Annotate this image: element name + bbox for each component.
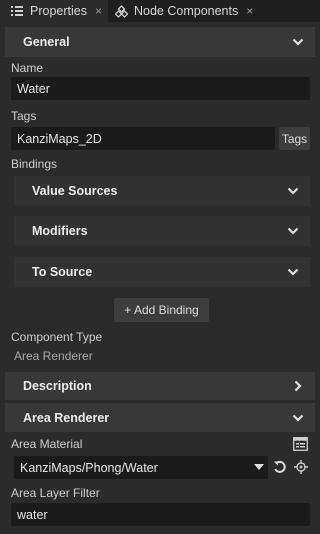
reset-icon[interactable] [272,459,288,475]
close-icon[interactable]: × [246,4,253,18]
area-material-select[interactable]: KanziMaps/Phong/Water [14,456,268,479]
value-sources-title: Value Sources [32,184,118,198]
area-layer-filter-label: Area Layer Filter [11,486,100,500]
add-binding-button[interactable]: + Add Binding [114,298,209,322]
chevron-right-icon [294,380,302,392]
area-material-value: KanziMaps/Phong/Water [20,460,158,475]
component-type-value: Area Renderer [14,349,93,363]
section-general-title: General [23,35,70,49]
components-icon [114,4,128,18]
chevron-down-icon [287,187,299,195]
component-type-label: Component Type [11,330,103,344]
tab-properties-label: Properties [30,4,87,18]
tab-bar: Properties × Node Components × [0,0,320,22]
section-value-sources[interactable]: Value Sources [14,176,310,206]
section-modifiers[interactable]: Modifiers [14,216,310,246]
chevron-down-icon [292,38,304,46]
section-to-source[interactable]: To Source [14,257,310,287]
tags-field[interactable]: KanziMaps_2D [11,127,275,150]
target-icon[interactable] [293,459,309,475]
section-area-renderer[interactable]: Area Renderer [5,403,315,432]
name-field[interactable]: Water [11,77,310,100]
bindings-label: Bindings [11,157,58,171]
tags-button[interactable]: Tags [279,127,310,150]
chevron-down-icon [292,414,304,422]
name-label: Name [11,61,44,75]
area-layer-filter-field[interactable]: water [11,503,310,526]
list-icon [10,4,24,18]
tags-label: Tags [11,109,37,123]
area-material-label: Area Material [11,437,83,451]
section-general[interactable]: General [5,27,315,57]
chevron-down-icon [287,268,299,276]
to-source-title: To Source [32,265,93,279]
close-icon[interactable]: × [95,4,102,18]
section-area-renderer-title: Area Renderer [23,410,110,425]
section-description[interactable]: Description [5,372,315,400]
dropdown-arrow-icon [254,464,264,470]
section-description-title: Description [23,379,92,393]
modifiers-title: Modifiers [32,224,88,238]
browse-icon[interactable] [292,436,308,451]
tab-node-components[interactable]: Node Components × [114,0,264,22]
tab-node-components-label: Node Components [134,4,239,18]
chevron-down-icon [287,227,299,235]
tab-properties[interactable]: Properties × [0,0,108,22]
